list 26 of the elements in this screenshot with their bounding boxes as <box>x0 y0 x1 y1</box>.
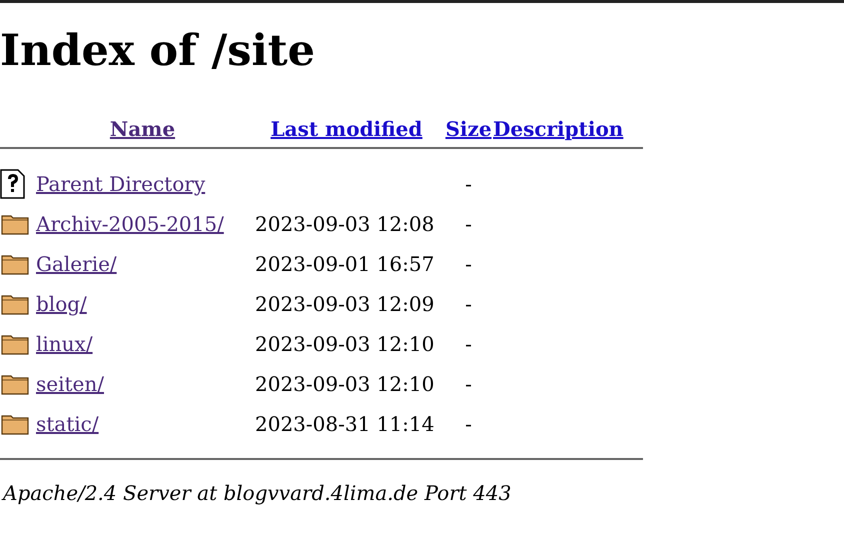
file-size: - <box>465 171 472 198</box>
modified-date: 2023-09-03 12:10 <box>255 372 434 396</box>
column-header-link[interactable]: Name <box>110 114 176 144</box>
column-header-link[interactable]: Last modified <box>270 114 422 144</box>
file-size: - <box>465 331 472 358</box>
modified-date: 2023-09-03 12:08 <box>255 212 434 236</box>
page-title: Index of /site <box>0 25 316 78</box>
column-header-link[interactable]: Size <box>445 114 492 144</box>
file-size: - <box>465 411 472 438</box>
file-size: - <box>465 251 472 278</box>
column-header-link[interactable]: Description <box>493 114 624 144</box>
file-link[interactable]: static/ <box>36 412 99 436</box>
server-signature: Apache/2.4 Server at blogvvard.4lima.de Port 443 <box>0 480 512 507</box>
modified-date: 2023-09-03 12:09 <box>255 292 434 316</box>
modified-date: 2023-09-01 16:57 <box>255 252 434 276</box>
file-link[interactable]: Galerie/ <box>36 252 117 276</box>
file-link[interactable]: Parent Directory <box>36 172 206 196</box>
file-link[interactable]: seiten/ <box>36 372 104 396</box>
modified-date: 2023-08-31 11:14 <box>255 412 434 436</box>
file-link[interactable]: blog/ <box>36 292 87 316</box>
modified-date: 2023-09-03 12:10 <box>255 332 434 356</box>
file-link[interactable]: Archiv-2005-2015/ <box>36 212 224 236</box>
file-size: - <box>465 291 472 318</box>
file-size: - <box>465 371 472 398</box>
file-size: - <box>465 211 472 238</box>
file-link[interactable]: linux/ <box>36 332 93 356</box>
